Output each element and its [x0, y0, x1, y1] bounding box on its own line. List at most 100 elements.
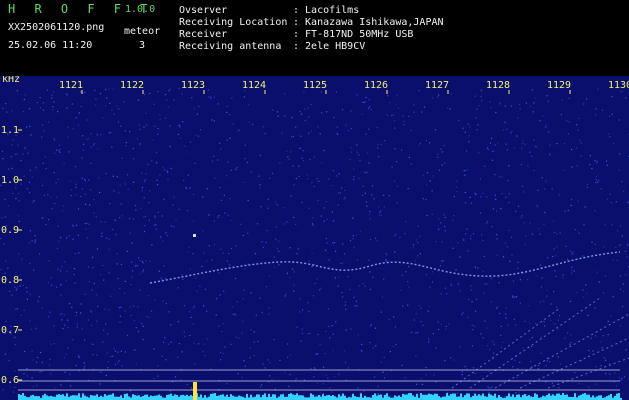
- noise-speck: [514, 359, 516, 361]
- noise-speck: [153, 348, 155, 350]
- noise-speck: [338, 276, 340, 278]
- noise-speck: [508, 193, 510, 195]
- noise-speck: [356, 305, 358, 307]
- noise-speck: [14, 336, 16, 338]
- noise-speck: [595, 175, 597, 178]
- noise-speck: [80, 312, 82, 314]
- baseline-bar: [516, 394, 518, 400]
- baseline-bar: [474, 393, 476, 400]
- noise-speck: [539, 264, 541, 266]
- noise-speck: [182, 121, 184, 123]
- baseline-bar: [182, 394, 184, 400]
- noise-speck: [501, 346, 503, 348]
- noise-speck: [7, 267, 9, 269]
- noise-speck: [595, 181, 597, 184]
- noise-speck: [16, 90, 18, 92]
- freq-tick-label: 1.0: [1, 175, 19, 186]
- noise-speck: [170, 341, 172, 343]
- noise-speck: [327, 308, 329, 310]
- noise-speck: [431, 190, 433, 192]
- noise-speck: [258, 175, 260, 177]
- noise-speck: [531, 155, 533, 157]
- noise-speck: [71, 103, 73, 105]
- noise-speck: [367, 108, 370, 110]
- noise-speck: [141, 172, 143, 174]
- noise-speck: [30, 134, 32, 136]
- noise-speck: [470, 202, 472, 204]
- noise-speck: [452, 247, 454, 249]
- noise-speck: [59, 269, 61, 271]
- noise-speck: [488, 371, 490, 373]
- noise-speck: [272, 109, 274, 111]
- noise-speck: [136, 138, 138, 140]
- noise-speck: [192, 323, 194, 325]
- noise-speck: [449, 108, 451, 110]
- noise-speck: [194, 162, 196, 164]
- noise-speck: [341, 262, 343, 264]
- noise-speck: [437, 321, 439, 323]
- noise-speck: [459, 256, 461, 258]
- noise-speck: [525, 235, 527, 237]
- baseline-bar: [430, 394, 432, 400]
- noise-speck: [22, 153, 24, 155]
- noise-speck: [100, 134, 102, 136]
- noise-speck: [119, 184, 121, 186]
- noise-speck: [12, 139, 14, 141]
- noise-speck: [417, 225, 419, 227]
- noise-speck: [441, 260, 443, 262]
- noise-speck: [5, 260, 7, 262]
- noise-speck: [493, 343, 495, 345]
- noise-speck: [408, 266, 410, 268]
- noise-speck: [566, 258, 569, 260]
- noise-speck: [428, 305, 430, 307]
- noise-speck: [432, 97, 434, 99]
- baseline-bar: [450, 394, 452, 400]
- noise-speck: [549, 153, 551, 155]
- baseline-bar: [256, 394, 258, 400]
- noise-speck: [88, 179, 90, 181]
- noise-speck: [319, 343, 321, 345]
- noise-speck: [66, 271, 68, 273]
- noise-speck: [516, 296, 518, 298]
- noise-speck: [509, 260, 511, 262]
- baseline-bar: [204, 395, 206, 400]
- noise-speck: [323, 207, 325, 209]
- noise-speck: [572, 251, 574, 253]
- noise-speck: [470, 285, 472, 287]
- noise-speck: [507, 324, 509, 326]
- noise-speck: [159, 114, 161, 116]
- noise-speck: [226, 382, 228, 385]
- noise-speck: [111, 109, 113, 111]
- noise-speck: [137, 306, 139, 308]
- noise-speck: [453, 215, 455, 217]
- noise-speck: [250, 171, 252, 173]
- noise-speck: [46, 89, 48, 91]
- baseline-bar: [610, 394, 612, 400]
- noise-speck: [537, 368, 539, 370]
- noise-speck: [42, 184, 44, 187]
- noise-speck: [342, 109, 344, 111]
- noise-speck: [311, 223, 313, 225]
- noise-speck: [92, 267, 94, 269]
- noise-speck: [586, 183, 589, 185]
- noise-speck: [512, 296, 514, 298]
- noise-speck: [537, 189, 539, 191]
- noise-speck: [444, 287, 447, 289]
- noise-speck: [186, 210, 189, 212]
- noise-speck: [295, 378, 297, 380]
- baseline-bar: [64, 396, 66, 400]
- noise-speck: [301, 332, 304, 335]
- noise-speck: [534, 97, 536, 99]
- noise-speck: [420, 320, 422, 323]
- noise-speck: [161, 215, 163, 217]
- noise-speck: [68, 151, 70, 153]
- noise-speck: [308, 310, 310, 312]
- noise-speck: [300, 340, 302, 342]
- baseline-bar: [372, 395, 374, 400]
- noise-speck: [51, 94, 53, 96]
- noise-speck: [353, 246, 355, 248]
- noise-speck: [123, 101, 125, 103]
- noise-speck: [307, 107, 309, 109]
- baseline-bar: [282, 394, 284, 400]
- noise-speck: [592, 350, 594, 352]
